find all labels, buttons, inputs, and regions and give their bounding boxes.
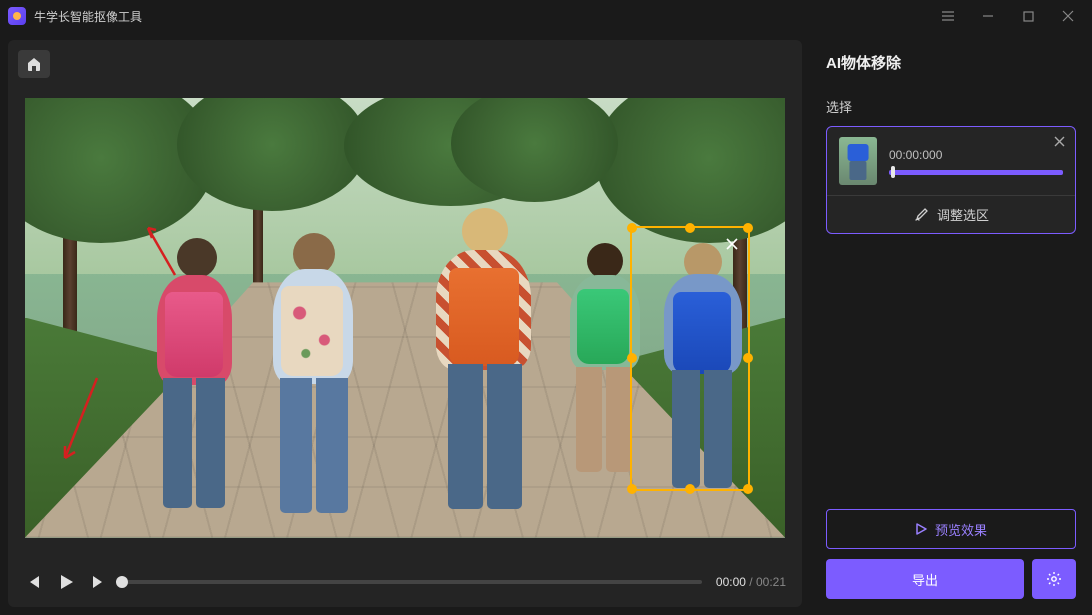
- minimize-button[interactable]: [968, 0, 1008, 32]
- selection-handle[interactable]: [627, 223, 637, 233]
- side-panel: AI物体移除 选择 00:00:000 调整选区: [810, 32, 1092, 615]
- gear-icon: [1046, 571, 1062, 587]
- preview-effect-button[interactable]: 预览效果: [826, 509, 1076, 549]
- selection-close-button[interactable]: [722, 234, 742, 254]
- app-title: 牛学长智能抠像工具: [34, 8, 142, 25]
- export-label: 导出: [912, 570, 938, 589]
- titlebar-left: 牛学长智能抠像工具: [8, 7, 142, 25]
- next-frame-button[interactable]: [90, 573, 108, 591]
- selection-info: 00:00:000: [889, 148, 1063, 175]
- selection-handle[interactable]: [627, 353, 637, 363]
- selection-card: 00:00:000 调整选区: [826, 126, 1076, 234]
- player-controls: [24, 572, 108, 592]
- selection-timeline[interactable]: [889, 170, 1063, 175]
- app-logo: [8, 7, 26, 25]
- play-button[interactable]: [56, 572, 76, 592]
- time-display: 00:00 / 00:21: [716, 575, 786, 589]
- maximize-button[interactable]: [1008, 0, 1048, 32]
- preview-label: 预览效果: [935, 520, 987, 539]
- adjust-selection-button[interactable]: 调整选区: [827, 195, 1075, 233]
- window-controls: [928, 0, 1088, 32]
- player-bar: 00:00 / 00:21: [8, 557, 802, 607]
- main-area: 00:00 / 00:21 AI物体移除 选择 00:00:000: [0, 32, 1092, 615]
- close-button[interactable]: [1048, 0, 1088, 32]
- export-settings-button[interactable]: [1032, 559, 1076, 599]
- bottom-actions: 预览效果 导出: [826, 509, 1076, 599]
- home-button[interactable]: [18, 50, 50, 78]
- selection-handle[interactable]: [627, 484, 637, 494]
- titlebar: 牛学长智能抠像工具: [0, 0, 1092, 32]
- selection-item[interactable]: 00:00:000: [827, 127, 1075, 195]
- selection-timestamp: 00:00:000: [889, 148, 1063, 162]
- selection-handle[interactable]: [743, 484, 753, 494]
- export-button[interactable]: 导出: [826, 559, 1024, 599]
- play-icon: [915, 523, 927, 535]
- menu-button[interactable]: [928, 0, 968, 32]
- select-section-label: 选择: [826, 97, 1076, 116]
- selection-timeline-thumb[interactable]: [891, 166, 895, 178]
- timeline-thumb[interactable]: [116, 576, 128, 588]
- prev-frame-button[interactable]: [24, 573, 42, 591]
- adjust-label: 调整选区: [937, 205, 989, 224]
- panel-title: AI物体移除: [826, 52, 1076, 73]
- selection-remove-button[interactable]: [1054, 135, 1065, 150]
- selection-handle[interactable]: [685, 223, 695, 233]
- total-time: 00:21: [756, 575, 786, 589]
- selection-handle[interactable]: [743, 223, 753, 233]
- selection-handle[interactable]: [685, 484, 695, 494]
- timeline[interactable]: [122, 580, 702, 584]
- selection-thumbnail: [839, 137, 877, 185]
- video-container: [8, 40, 802, 557]
- brush-icon: [913, 207, 929, 223]
- video-frame[interactable]: [25, 98, 785, 538]
- selection-handle[interactable]: [743, 353, 753, 363]
- preview-pane: 00:00 / 00:21: [8, 40, 802, 607]
- current-time: 00:00: [716, 575, 746, 589]
